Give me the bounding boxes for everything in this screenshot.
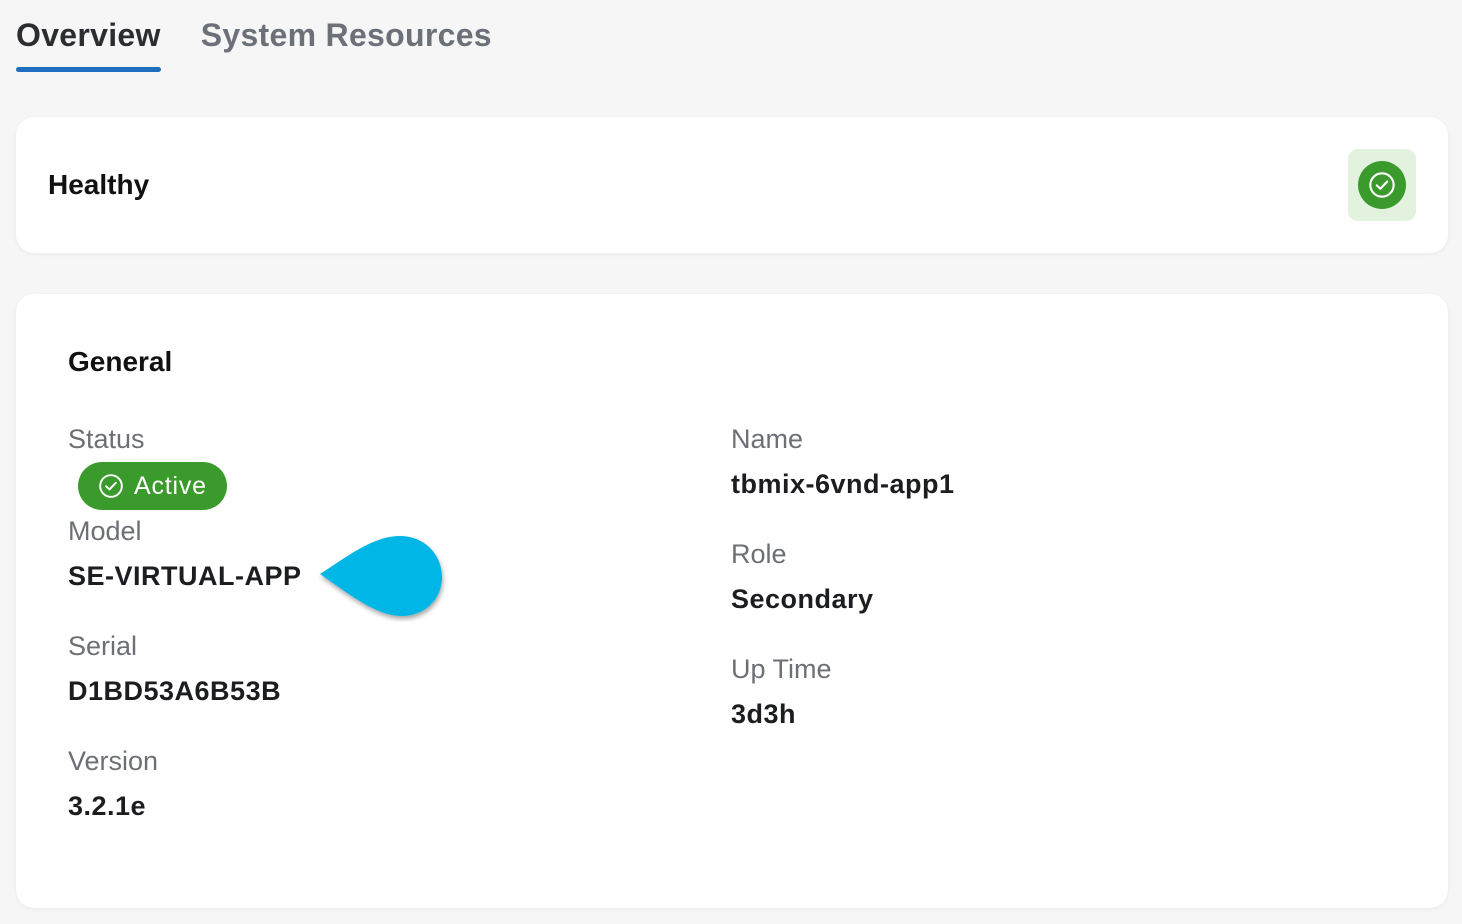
serial-field: Serial D1BD53A6B53B — [68, 630, 281, 707]
model-label: Model — [68, 516, 142, 546]
role-label: Role — [731, 539, 787, 569]
status-value: Active — [134, 471, 207, 500]
general-section-title: General — [68, 346, 173, 377]
health-status-title: Healthy — [48, 169, 150, 200]
version-field: Version 3.2.1e — [68, 745, 158, 822]
status-field: Status Active — [68, 423, 227, 510]
health-card: Healthy — [16, 117, 1448, 253]
general-card: General Status Active Model SE-VIRTUAL-A… — [16, 294, 1448, 908]
version-value: 3.2.1e — [68, 791, 147, 821]
serial-label: Serial — [68, 631, 138, 661]
role-value: Secondary — [731, 584, 874, 614]
status-badge: Active — [78, 462, 227, 510]
callout-pointer-icon — [320, 536, 442, 616]
name-label: Name — [731, 424, 804, 454]
role-field: Role Secondary — [731, 538, 874, 615]
tab-overview[interactable]: Overview — [16, 0, 161, 74]
status-label: Status — [68, 424, 145, 454]
health-status-badge — [1348, 149, 1416, 221]
tab-system-resources[interactable]: System Resources — [201, 0, 492, 74]
check-circle-icon — [99, 474, 123, 498]
model-field: Model SE-VIRTUAL-APP — [68, 515, 302, 592]
serial-value: D1BD53A6B53B — [68, 676, 282, 706]
uptime-field: Up Time 3d3h — [731, 653, 832, 730]
name-value: tbmix-6vnd-app1 — [731, 469, 955, 499]
version-label: Version — [68, 746, 159, 776]
check-circle-icon — [1358, 161, 1406, 209]
uptime-value: 3d3h — [731, 699, 797, 729]
model-value: SE-VIRTUAL-APP — [68, 561, 302, 591]
tab-bar: Overview System Resources — [16, 0, 532, 74]
name-field: Name tbmix-6vnd-app1 — [731, 423, 955, 500]
uptime-label: Up Time — [731, 654, 832, 684]
